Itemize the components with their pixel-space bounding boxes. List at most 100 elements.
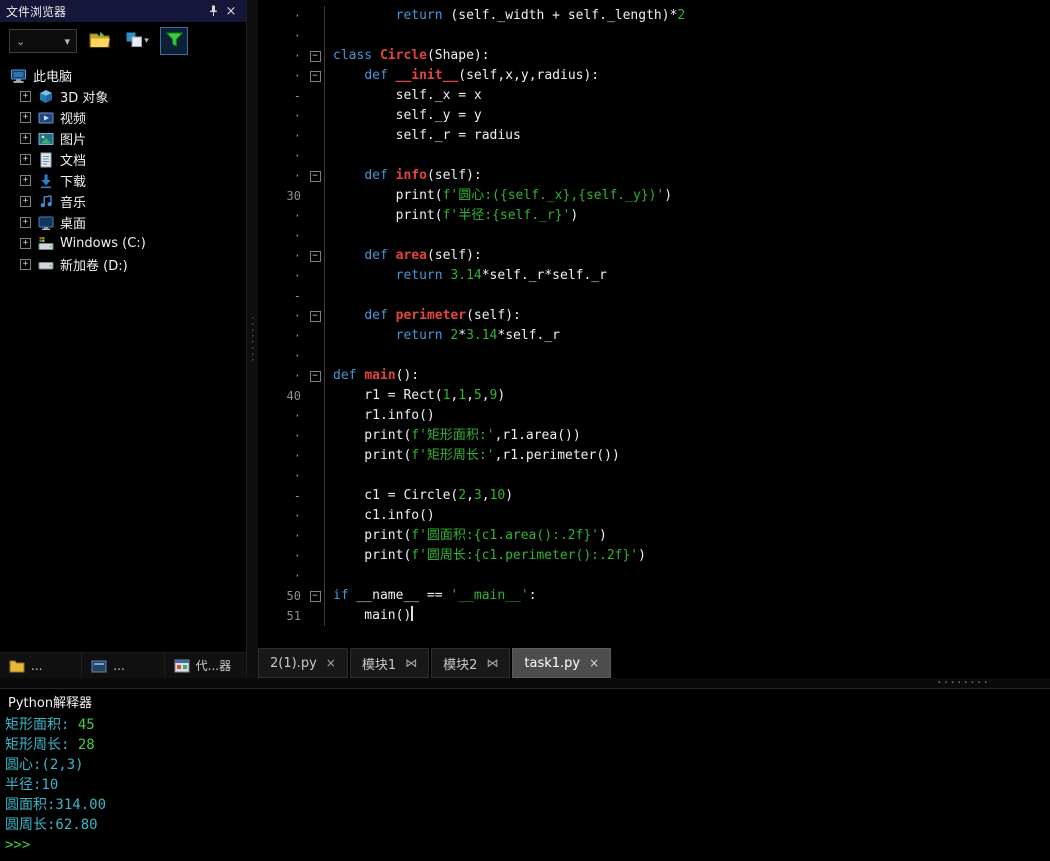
code-line: 40 r1 = Rect(1,1,5,9) (258, 386, 1050, 406)
editor-tab-bar: 2(1).py × 模块1 ⋈ 模块2 ⋈ task1.py × (258, 648, 1050, 678)
tree-item[interactable]: + 桌面 (0, 212, 246, 233)
close-panel-icon[interactable]: × (222, 2, 240, 20)
code-line: · print(f'矩形面积:',r1.area()) (258, 426, 1050, 446)
code-text: return 3.14*self._r*self._r (324, 266, 1050, 286)
code-text (324, 566, 1050, 586)
code-text: def __init__(self,x,y,radius): (324, 66, 1050, 86)
tree-item[interactable]: + 新加卷 (D:) (0, 254, 246, 275)
fold-toggle[interactable]: − (306, 46, 324, 66)
tree-item[interactable]: + 视频 (0, 107, 246, 128)
tree-item-label: 此电脑 (33, 70, 73, 85)
editor-tab-模块1[interactable]: 模块1 ⋈ (349, 648, 430, 678)
expand-toggle-icon[interactable]: + (20, 238, 31, 249)
code-line: · − def info(self): (258, 166, 1050, 186)
line-number: · (293, 229, 301, 243)
tab-close-icon[interactable]: ⋈ (405, 656, 417, 670)
download-icon (37, 173, 54, 189)
collapse-icon[interactable]: − (309, 70, 321, 82)
code-line: · (258, 466, 1050, 486)
console-line: 圆面积:314.00 (5, 797, 107, 813)
collapse-icon[interactable]: − (309, 170, 321, 182)
expand-toggle-icon[interactable]: + (20, 91, 31, 102)
tree-item[interactable]: +3D 对象 (0, 86, 246, 107)
line-number: · (293, 369, 301, 383)
python-console[interactable]: Python解释器 矩形面积: 45 矩形周长: 28 圆心:(2,3) 半径:10 圆… (0, 688, 1050, 861)
tree-item[interactable]: 此电脑 (0, 65, 246, 86)
console-line: 圆心:(2,3) (5, 757, 84, 773)
text-cursor (411, 606, 414, 621)
editor-tab-2(1).py[interactable]: 2(1).py × (258, 648, 348, 678)
collapse-icon[interactable]: − (309, 250, 321, 262)
view-dropdown[interactable]: ⌄ ▾ (9, 29, 77, 53)
dock-tab[interactable]: ... (82, 653, 165, 678)
layers-icon-button[interactable]: ▾ (123, 27, 151, 55)
code-line: · (258, 346, 1050, 366)
document-icon (37, 152, 54, 168)
expand-toggle-icon[interactable]: + (20, 196, 31, 207)
collapse-icon[interactable]: − (309, 370, 321, 382)
code-line: · (258, 226, 1050, 246)
tab-close-icon[interactable]: × (326, 656, 336, 670)
dock-tab-bar: ...... 代...器 (0, 652, 247, 678)
pin-icon[interactable] (204, 2, 222, 20)
filter-icon-button[interactable] (160, 27, 188, 55)
dock-tab[interactable]: ... (0, 653, 83, 678)
expand-toggle-icon[interactable]: + (20, 217, 31, 228)
line-number: · (293, 449, 301, 463)
horizontal-splitter[interactable]: ········ (0, 676, 1050, 689)
code-line: · − def __init__(self,x,y,radius): (258, 66, 1050, 86)
collapse-icon[interactable]: − (309, 590, 321, 602)
tree-item[interactable]: + 音乐 (0, 191, 246, 212)
code-text (324, 146, 1050, 166)
tab-close-icon[interactable]: ⋈ (486, 656, 498, 670)
line-number: · (293, 569, 301, 583)
tree-item[interactable]: + Windows (C:) (0, 233, 246, 254)
expand-toggle-icon[interactable]: + (20, 133, 31, 144)
code-line: · − def area(self): (258, 246, 1050, 266)
vertical-splitter[interactable]: ········ (247, 0, 258, 678)
code-text: self._x = x (324, 86, 1050, 106)
line-number: · (293, 249, 301, 263)
dropdown-arrow-icon: ▾ (64, 34, 70, 48)
fold-toggle[interactable]: − (306, 66, 324, 86)
fold-toggle[interactable]: − (306, 246, 324, 266)
fold-toggle[interactable]: − (306, 366, 324, 386)
line-number: · (293, 309, 301, 323)
editor-tab-模块2[interactable]: 模块2 ⋈ (431, 648, 511, 678)
line-number: · (293, 429, 301, 443)
tree-item-label: 音乐 (60, 196, 87, 211)
editor-tab-task1.py[interactable]: task1.py × (512, 648, 612, 678)
collapse-icon[interactable]: − (309, 310, 321, 322)
code-text: def main(): (324, 366, 1050, 386)
fold-toggle[interactable]: − (306, 306, 324, 326)
dock-tab[interactable]: 代...器 (164, 653, 247, 678)
collapse-icon[interactable]: − (309, 50, 321, 62)
code-editor[interactable]: · return (self._width + self._length)*2 ·… (258, 0, 1050, 648)
fold-toggle[interactable]: − (306, 586, 324, 606)
console-line: 圆周长:62.80 (5, 817, 98, 833)
panel-title: 文件浏览器 (6, 4, 67, 19)
expand-toggle-icon[interactable]: + (20, 154, 31, 165)
tree-item[interactable]: + 下载 (0, 170, 246, 191)
line-number: 50 (286, 589, 301, 603)
tree-item-label: 桌面 (60, 217, 87, 232)
code-line: · − class Circle(Shape): (258, 46, 1050, 66)
expand-toggle-icon[interactable]: + (20, 112, 31, 123)
chevron-down-icon: ⌄ (16, 34, 26, 48)
tree-item[interactable]: + 图片 (0, 128, 246, 149)
code-line: · − def perimeter(self): (258, 306, 1050, 326)
desktop-icon (37, 215, 54, 231)
expand-toggle-icon[interactable]: + (20, 175, 31, 186)
expand-toggle-icon[interactable]: + (20, 259, 31, 270)
open-folder-icon-button[interactable] (86, 27, 114, 55)
line-number: 51 (286, 609, 301, 623)
tab-close-icon[interactable]: × (589, 656, 599, 670)
fold-toggle[interactable]: − (306, 166, 324, 186)
tree-item[interactable]: + 文档 (0, 149, 246, 170)
